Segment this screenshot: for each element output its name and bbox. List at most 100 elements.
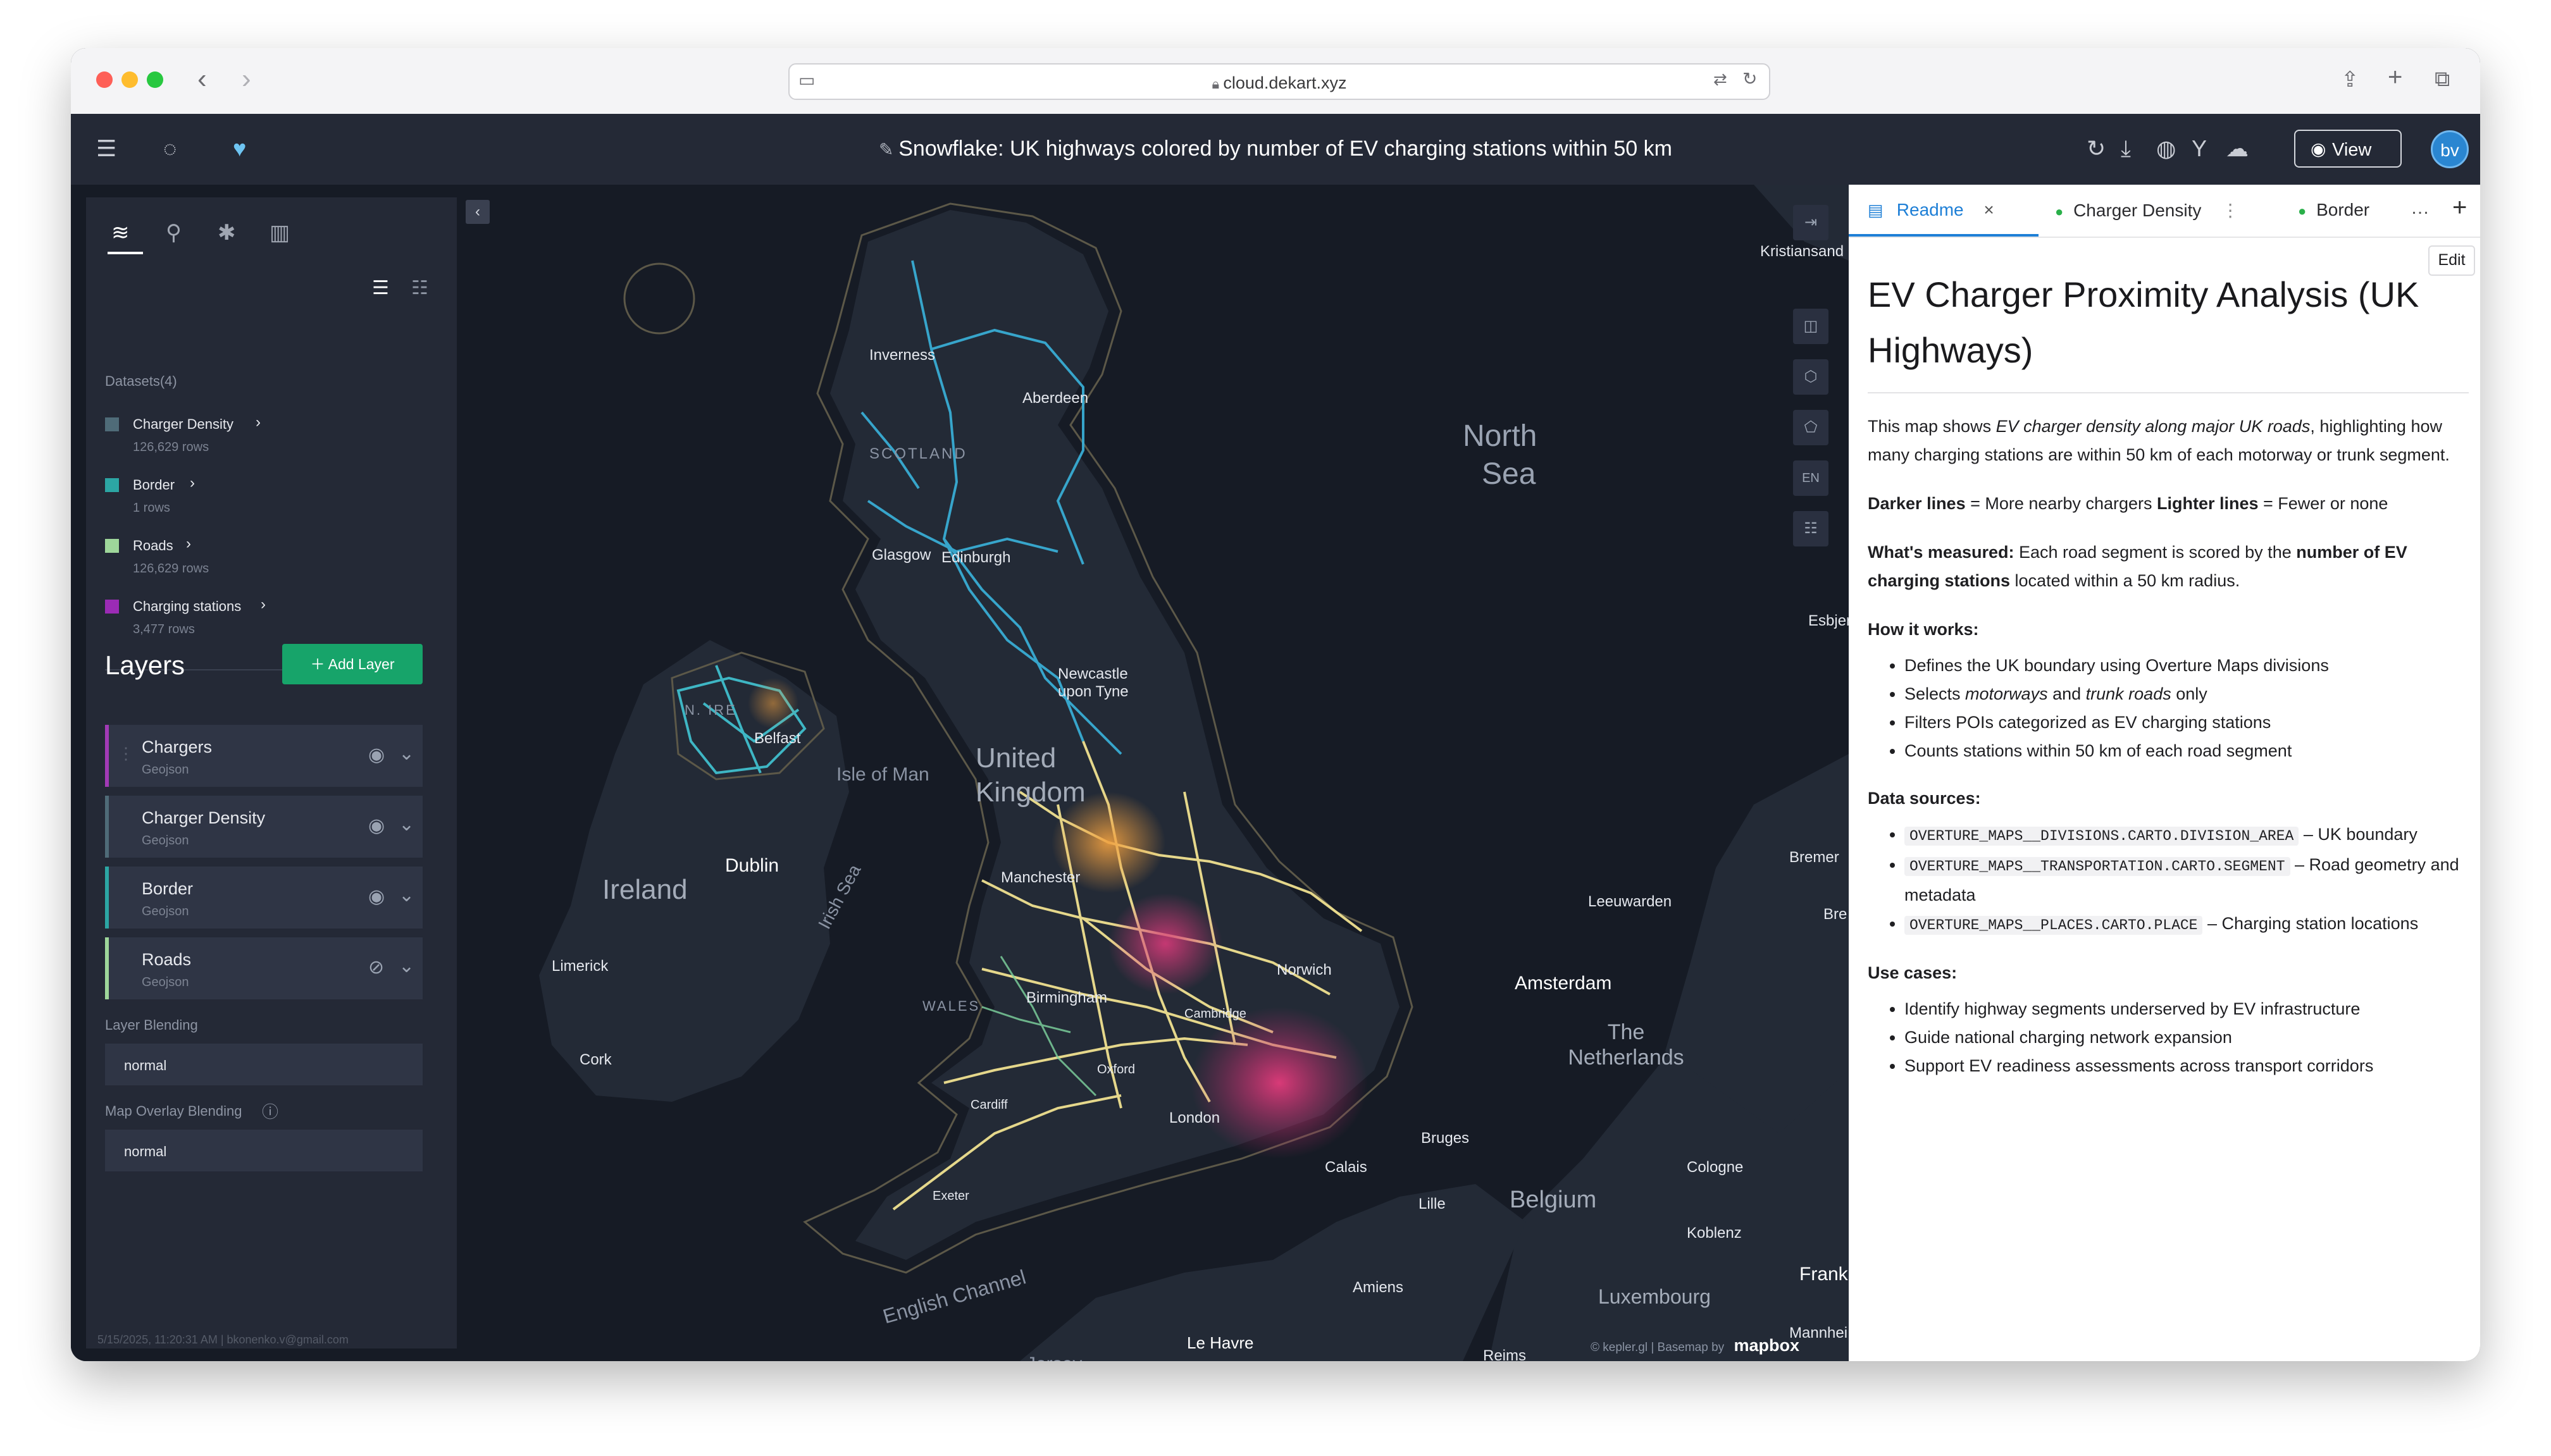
collapse-sidebar-button[interactable]: ‹ <box>466 200 490 224</box>
map-label-jersey: Jersey <box>1026 1354 1082 1361</box>
share-icon[interactable]: ⇪ <box>2341 67 2359 92</box>
map-label-esbjerg: Esbjerg <box>1808 612 1849 629</box>
layers-title: Layers <box>105 650 185 680</box>
map-label-london: London <box>1169 1109 1220 1126</box>
3d-view-icon[interactable]: ⬡ <box>1793 359 1828 395</box>
map-label-belfast: Belfast <box>754 730 801 747</box>
globe-icon[interactable]: ◍ <box>2156 135 2176 162</box>
map-label-cambridge: Cambridge <box>1184 1007 1246 1021</box>
sources-list: OVERTURE_MAPS__DIVISIONS.CARTO.DIVISION_… <box>1868 820 2469 940</box>
layer-type: Geojson <box>142 904 189 918</box>
report-title[interactable]: Snowflake: UK highways colored by number… <box>898 137 1672 161</box>
translate-icon[interactable]: ⇄ <box>1713 70 1727 89</box>
measured-paragraph: What's measured: Each road segment is sc… <box>1868 543 2407 590</box>
layer-card-border[interactable]: Border Geojson ◉ ⌄ <box>105 867 423 929</box>
chevron-down-icon[interactable]: ⌄ <box>399 884 414 906</box>
info-icon[interactable]: ⓘ <box>262 1099 278 1123</box>
minimize-window-button[interactable] <box>121 71 138 88</box>
layer-blending-select[interactable]: normal <box>105 1044 423 1085</box>
dataset-name-roads[interactable]: Roads <box>133 538 173 554</box>
layer-card-charger-density[interactable]: Charger Density Geojson ◉ ⌄ <box>105 796 423 858</box>
layers-tab-icon[interactable]: ≋ <box>111 220 130 245</box>
map-overlay-blending-select[interactable]: normal <box>105 1130 423 1171</box>
readme-content: EV Charger Proximity Analysis (UK Highwa… <box>1868 267 2469 1099</box>
address-bar[interactable]: ▭ 🔒︎ cloud.dekart.xyz ⇄ ↻ <box>788 63 1770 100</box>
status-dot-icon: ● <box>2298 203 2307 219</box>
tab-overview-icon[interactable]: ⧉ <box>2435 67 2450 92</box>
list-item: Counts stations within 50 km of each roa… <box>1904 737 2469 765</box>
close-icon[interactable]: × <box>1983 200 1994 219</box>
close-window-button[interactable] <box>96 71 113 88</box>
forward-arrow-icon[interactable]: › <box>242 63 251 95</box>
maximize-window-button[interactable] <box>147 71 163 88</box>
add-layer-button[interactable]: ＋ Add Layer <box>282 644 423 684</box>
drag-handle-icon[interactable]: ⋮ <box>118 744 134 763</box>
map-label-inverness: Inverness <box>869 347 936 364</box>
refresh-icon[interactable]: ↻ <box>2087 135 2106 162</box>
status-dot-icon: ● <box>2055 204 2064 219</box>
add-tab-icon[interactable]: + <box>2452 194 2467 222</box>
layer-card-roads[interactable]: Roads Geojson ⊘ ⌄ <box>105 937 423 999</box>
book-icon: ▤ <box>1868 201 1888 219</box>
how-heading: How it works: <box>1868 620 1979 639</box>
birmingham-hotspot <box>1108 893 1222 994</box>
readme-title: EV Charger Proximity Analysis (UK Highwa… <box>1868 267 2469 393</box>
dataset-rows-charger-density: 126,629 rows <box>133 440 209 454</box>
dataset-name-charger-density[interactable]: Charger Density <box>133 416 233 433</box>
edit-pencil-icon[interactable]: ✎ <box>879 140 898 159</box>
plus-icon: ＋ <box>310 656 328 672</box>
chevron-right-icon[interactable]: › <box>261 596 266 614</box>
map-label-bremen: Bremer <box>1789 849 1839 866</box>
back-arrow-icon[interactable]: ‹ <box>197 63 207 95</box>
map-label-bruges: Bruges <box>1421 1130 1470 1147</box>
download-icon[interactable]: ⤓ <box>2121 135 2131 163</box>
eye-icon[interactable]: ◉ <box>368 815 385 837</box>
map-label-glasgow: Glasgow <box>872 546 931 564</box>
cloud-icon[interactable]: ☁ <box>2226 135 2249 162</box>
dataset-color-charger-density <box>105 417 119 431</box>
chevron-down-icon[interactable]: ⌄ <box>399 743 414 765</box>
view-button[interactable]: ◉ View <box>2294 130 2402 168</box>
tab-readme[interactable]: ▤ Readme × <box>1868 200 1994 220</box>
layer-card-chargers[interactable]: ⋮ Chargers Geojson ◉ ⌄ <box>105 725 423 787</box>
map-label-kristiansand: Kristiansand <box>1760 243 1844 260</box>
chevron-right-icon[interactable]: › <box>186 535 191 553</box>
legend-icon[interactable]: ☷ <box>1793 511 1828 546</box>
chevron-down-icon[interactable]: ⌄ <box>399 813 414 836</box>
split-map-icon[interactable]: ◫ <box>1793 309 1828 344</box>
map-label-manchester: Manchester <box>1001 869 1081 886</box>
list-view-icon[interactable]: ☰ <box>372 277 389 299</box>
list-item: Filters POIs categorized as EV charging … <box>1904 708 2469 737</box>
browser-toolbar: ‹ › ▭ 🔒︎ cloud.dekart.xyz ⇄ ↻ ⇪ + ⧉ <box>71 48 2480 115</box>
interactions-tab-icon[interactable]: ✱ <box>218 220 236 245</box>
map-label-amiens: Amiens <box>1353 1279 1404 1296</box>
new-tab-icon[interactable]: + <box>2388 63 2402 92</box>
dataset-name-charging-stations[interactable]: Charging stations <box>133 598 241 615</box>
tree-view-icon[interactable]: ☷ <box>411 277 428 299</box>
dataset-name-border[interactable]: Border <box>133 477 175 493</box>
chevron-right-icon[interactable]: › <box>256 414 261 431</box>
list-item: OVERTURE_MAPS__TRANSPORTATION.CARTO.SEGM… <box>1904 851 2469 910</box>
draw-polygon-icon[interactable]: ⬠ <box>1793 410 1828 445</box>
chevron-right-icon[interactable]: › <box>190 474 195 492</box>
avatar[interactable]: bv <box>2431 130 2469 168</box>
chevron-down-icon[interactable]: ⌄ <box>399 955 414 977</box>
filter-tab-icon[interactable]: ⚲ <box>166 220 182 245</box>
eye-icon[interactable]: ◉ <box>368 744 385 766</box>
reload-icon[interactable]: ↻ <box>1742 68 1757 89</box>
map-label-netherlands: The Netherlands <box>1568 1020 1684 1070</box>
eye-icon[interactable]: ◉ <box>368 885 385 908</box>
url-text: cloud.dekart.xyz <box>1223 73 1347 92</box>
toggle-split-icon[interactable]: ⇥ <box>1793 205 1828 240</box>
language-button[interactable]: EN <box>1793 460 1828 496</box>
tab-border[interactable]: ● Border <box>2298 200 2369 220</box>
fork-icon[interactable]: Y <box>2192 135 2207 162</box>
more-vertical-icon[interactable]: ⋮ <box>2221 201 2239 220</box>
map-label-limerick: Limerick <box>552 958 609 975</box>
basemap-tab-icon[interactable]: ▥ <box>270 220 290 245</box>
tab-charger-density[interactable]: ● Charger Density ⋮ <box>2055 200 2239 221</box>
dataset-color-border <box>105 478 119 492</box>
list-item: OVERTURE_MAPS__DIVISIONS.CARTO.DIVISION_… <box>1904 820 2469 851</box>
eye-hidden-icon[interactable]: ⊘ <box>368 956 384 978</box>
more-horizontal-icon[interactable]: … <box>2411 197 2430 219</box>
